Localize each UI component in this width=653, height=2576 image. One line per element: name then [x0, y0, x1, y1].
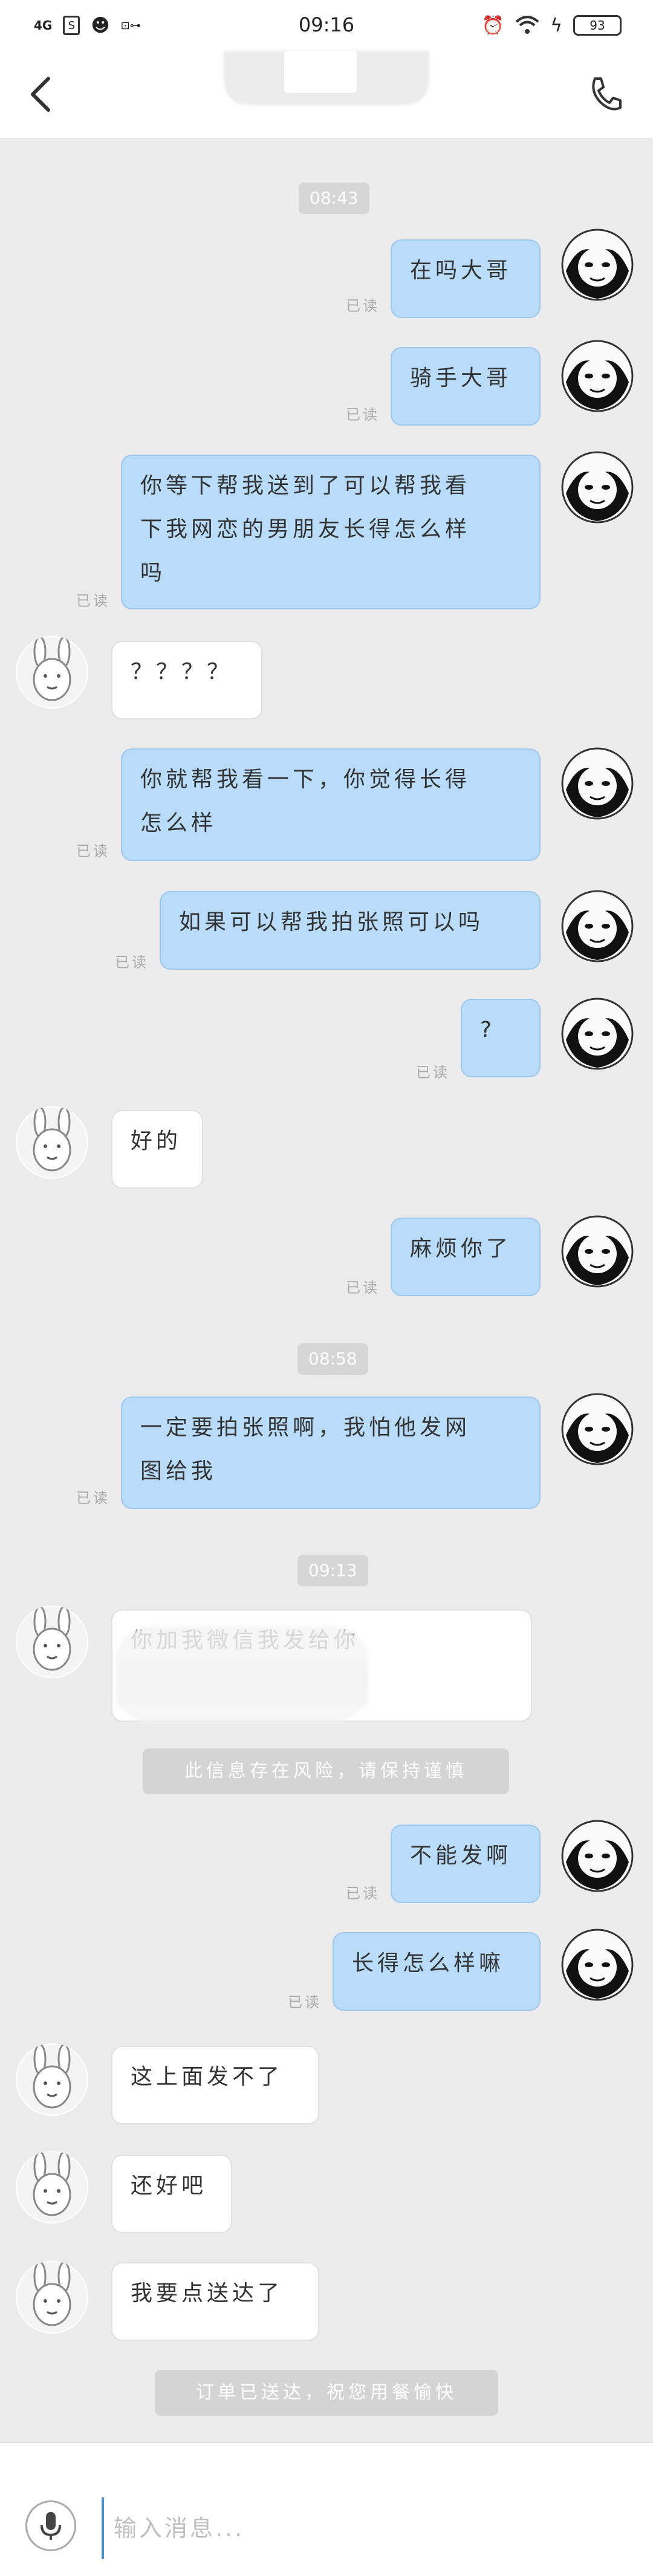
redaction-smudge: [115, 1626, 369, 1723]
my-message[interactable]: 麻烦你了: [391, 1218, 541, 1296]
contact-message[interactable]: 我要点送达了: [111, 2262, 319, 2341]
timestamp-badge: 08:43: [299, 183, 369, 214]
my-message[interactable]: 长得怎么样嘛: [333, 1932, 541, 2011]
chevron-left-icon[interactable]: [24, 74, 60, 115]
my-message[interactable]: 你等下帮我送到了可以帮我看 下我网恋的男朋友长得怎么样 吗: [121, 455, 541, 609]
timestamp-badge: 08:58: [297, 1343, 368, 1375]
my-avatar[interactable]: [561, 1215, 634, 1288]
contact-avatar[interactable]: [16, 2043, 88, 2116]
risk-warning-badge: 此信息存在风险，请保持谨慎: [143, 1748, 509, 1794]
my-message[interactable]: ?: [461, 999, 541, 1077]
status-bar: 4G S ☻ ⊡⊶ 09:16 ⏰ ϟ 93: [0, 0, 653, 51]
battery-indicator: 93: [573, 15, 622, 36]
my-message[interactable]: 一定要拍张照啊，我怕他发网 图给我: [121, 1397, 541, 1509]
read-receipt: 已读: [346, 406, 380, 423]
contact-avatar[interactable]: [16, 1106, 88, 1179]
message-input-bar: [0, 2442, 653, 2576]
read-receipt: 已读: [346, 297, 380, 314]
my-avatar[interactable]: [561, 998, 634, 1070]
my-message[interactable]: 不能发啊: [391, 1825, 541, 1903]
read-receipt: 已读: [115, 954, 149, 971]
phone-icon[interactable]: [586, 75, 623, 114]
delivered-notice-badge: 订单已送达，祝您用餐愉快: [155, 2370, 498, 2416]
read-receipt: 已读: [416, 1064, 450, 1081]
chat-header: [0, 51, 653, 138]
contact-avatar[interactable]: [16, 636, 88, 709]
read-receipt: 已读: [76, 592, 110, 609]
message-input[interactable]: [102, 2497, 647, 2559]
read-receipt: 已读: [76, 1490, 110, 1507]
my-message[interactable]: 如果可以帮我拍张照可以吗: [160, 891, 541, 970]
alarm-icon: ⏰: [481, 15, 505, 36]
my-avatar[interactable]: [561, 1393, 634, 1465]
timestamp-badge: 09:13: [297, 1555, 368, 1586]
charging-icon: ϟ: [550, 15, 562, 36]
message-line: 你等下帮我送到了可以帮我看: [140, 473, 471, 498]
message-line: 你就帮我看一下，你觉得长得: [140, 767, 471, 792]
my-avatar[interactable]: [561, 1820, 634, 1892]
my-avatar[interactable]: [561, 890, 634, 962]
my-message[interactable]: 你就帮我看一下，你觉得长得 怎么样: [121, 748, 541, 861]
message-line: 吗: [140, 560, 166, 585]
contact-message[interactable]: ？？？？: [111, 641, 262, 719]
read-receipt: 已读: [346, 1885, 380, 1902]
my-message[interactable]: 骑手大哥: [391, 347, 541, 426]
contact-message[interactable]: 好的: [111, 1110, 203, 1189]
contact-message[interactable]: 这上面发不了: [111, 2046, 319, 2124]
contact-avatar[interactable]: [16, 1606, 88, 1678]
read-receipt: 已读: [288, 1994, 322, 2011]
message-line: 一定要拍张照啊，我怕他发网: [140, 1415, 471, 1440]
read-receipt: 已读: [346, 1279, 380, 1296]
message-line: 怎么样: [140, 811, 217, 835]
redacted-contact-name-mask: [284, 51, 357, 93]
my-avatar[interactable]: [561, 451, 634, 524]
my-avatar[interactable]: [561, 229, 634, 301]
message-line: 下我网恋的男朋友长得怎么样: [140, 517, 471, 542]
wifi-icon: [515, 16, 539, 34]
contact-avatar[interactable]: [16, 2261, 88, 2334]
my-avatar[interactable]: [561, 747, 634, 820]
microphone-icon[interactable]: [25, 2500, 76, 2551]
read-receipt: 已读: [76, 843, 110, 860]
message-line: 图给我: [140, 1459, 217, 1484]
my-avatar[interactable]: [561, 340, 634, 412]
my-avatar[interactable]: [561, 1929, 634, 2001]
contact-avatar[interactable]: [16, 2151, 88, 2224]
contact-message[interactable]: 还好吧: [111, 2155, 232, 2233]
my-message[interactable]: 在吗大哥: [391, 239, 541, 318]
